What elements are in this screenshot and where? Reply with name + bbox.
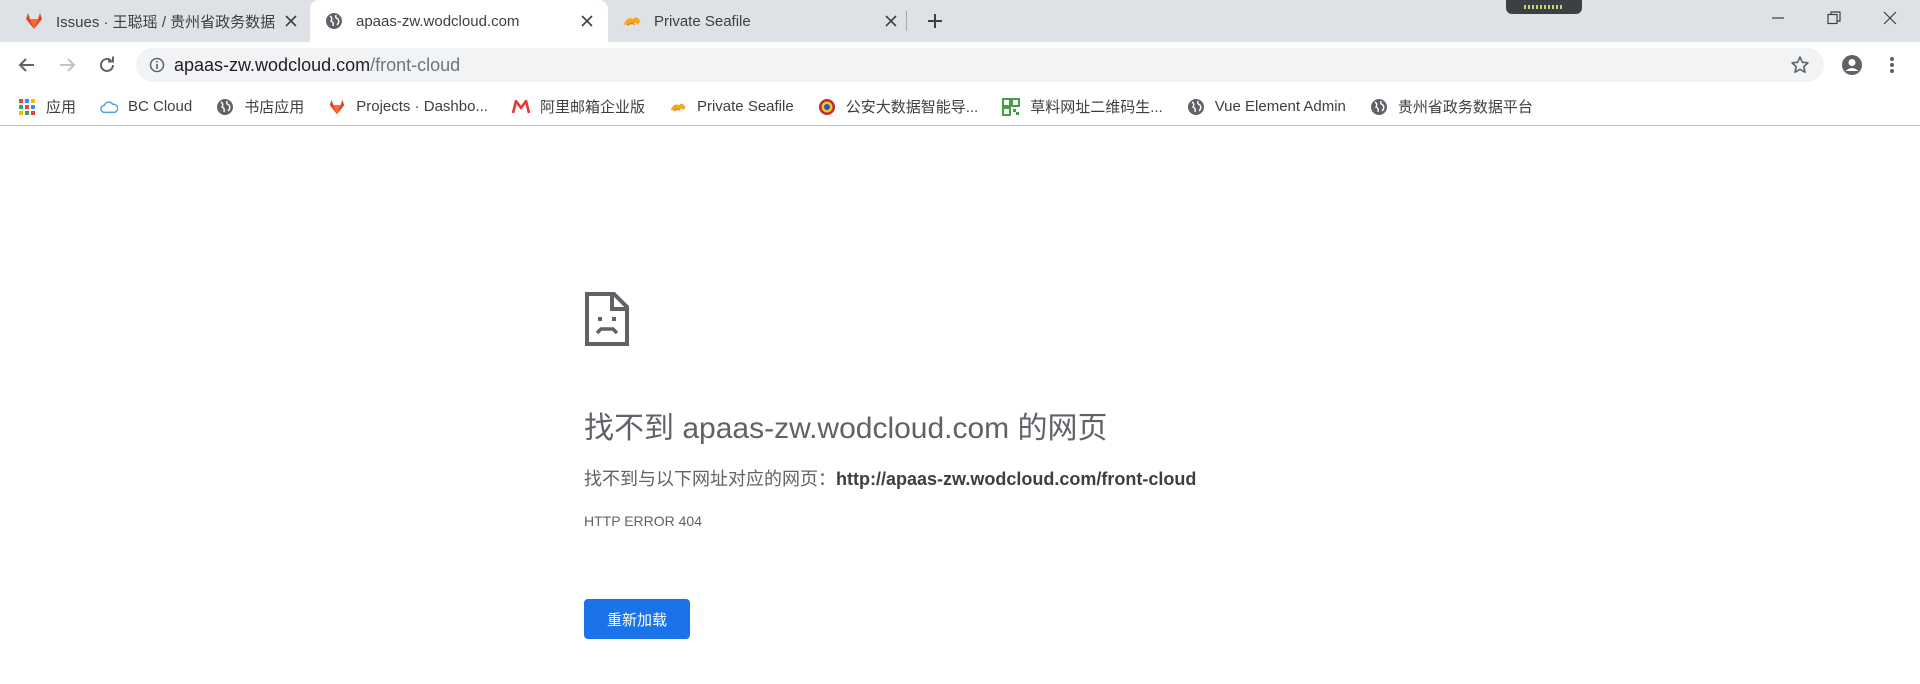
reload-button[interactable] (91, 49, 123, 81)
bookmark-vue-element-admin[interactable]: Vue Element Admin (1187, 98, 1346, 116)
bookmark-label: 书店应用 (244, 99, 305, 116)
restore-icon (1827, 11, 1841, 25)
error-url: http://apaas-zw.wodcloud.com/front-cloud (836, 469, 1197, 489)
seafile-icon (622, 11, 642, 31)
tab-title: apaas-zw.wodcloud.com (356, 12, 520, 30)
error-title: 找不到 apaas-zw.wodcloud.com 的网页 (584, 412, 1108, 445)
error-page: 找不到 apaas-zw.wodcloud.com 的网页 找不到与以下网址对应… (0, 127, 1920, 684)
close-tab-icon[interactable] (576, 10, 598, 32)
bookmark-bc-cloud[interactable]: BC Cloud (100, 98, 192, 116)
bookmark-label: Projects · Dashbo... (356, 98, 488, 115)
globe-icon (1370, 98, 1388, 116)
gitlab-icon (328, 98, 346, 116)
error-description-text: 找不到与以下网址对应的网页： (584, 469, 836, 489)
tab-issues[interactable]: Issues · 王聪瑶 / 贵州省政务数据 (24, 0, 302, 42)
close-tab-icon[interactable] (280, 10, 302, 32)
reload-icon (100, 56, 114, 72)
bookmark-label: 草料网址二维码生... (1030, 99, 1163, 116)
bookmark-label: Private Seafile (696, 98, 794, 115)
browser-toolbar: apaas-zw.wodcloud.com/front-cloud (0, 42, 1920, 88)
bookmark-star-icon[interactable] (1788, 53, 1812, 77)
profile-button[interactable] (1836, 49, 1868, 81)
qr-code-icon (1002, 97, 1021, 116)
minimize-button[interactable] (1750, 0, 1806, 36)
tab-strip: Issues · 王聪瑶 / 贵州省政务数据 apaas-zw.wodcloud… (0, 0, 1920, 42)
gitlab-icon (24, 11, 44, 31)
back-button[interactable] (11, 49, 43, 81)
reload-page-button[interactable]: 重新加载 (584, 599, 690, 639)
tab-title: Private Seafile (654, 12, 751, 30)
bookmark-bookstore[interactable]: 书店应用 (216, 96, 304, 117)
bookmark-gitlab-projects[interactable]: Projects · Dashbo... (328, 98, 488, 116)
url-text: apaas-zw.wodcloud.com/front-cloud (174, 55, 460, 76)
seafile-icon (669, 98, 687, 116)
globe-icon (324, 11, 344, 31)
error-description: 找不到与以下网址对应的网页：http://apaas-zw.wodcloud.c… (584, 465, 1196, 491)
close-tab-icon[interactable] (880, 10, 902, 32)
close-icon (1883, 11, 1897, 25)
tab-title: Issues · 王聪瑶 / 贵州省政务数据 (56, 13, 276, 31)
sad-page-icon (585, 292, 629, 346)
cloud-icon (100, 98, 119, 116)
mail-m-icon (511, 98, 530, 116)
account-circle-icon (1842, 55, 1862, 75)
menu-button[interactable] (1876, 49, 1908, 81)
bookmark-ali-mail[interactable]: 阿里邮箱企业版 (511, 96, 645, 117)
bookmark-label: Vue Element Admin (1214, 98, 1346, 115)
tab-seafile[interactable]: Private Seafile (622, 0, 902, 42)
bookmarks-bar: 应用 BC Cloud 书店应用 Projects · Dashbo... 阿里… (0, 88, 1920, 126)
bookmark-qr-code[interactable]: 草料网址二维码生... (1002, 96, 1163, 117)
globe-icon (1187, 98, 1205, 116)
bookmark-label: 阿里邮箱企业版 (539, 99, 645, 116)
bookmark-guizhou-data[interactable]: 贵州省政务数据平台 (1370, 96, 1533, 117)
bookmark-label: 应用 (46, 99, 77, 116)
apps-grid-icon (18, 98, 36, 116)
tab-separator (906, 11, 907, 31)
tab-active[interactable]: apaas-zw.wodcloud.com (310, 0, 608, 42)
bookmark-police-bigdata[interactable]: 公安大数据智能导... (818, 96, 979, 117)
globe-icon (216, 98, 234, 116)
more-vertical-icon (1890, 57, 1894, 73)
address-bar[interactable]: apaas-zw.wodcloud.com/front-cloud (136, 48, 1824, 82)
error-code: HTTP ERROR 404 (584, 513, 702, 529)
extension-indicator (1506, 0, 1582, 14)
url-path: /front-cloud (370, 54, 461, 75)
arrow-right-icon (60, 58, 76, 72)
bookmark-label: BC Cloud (128, 98, 193, 115)
url-host: apaas-zw.wodcloud.com (174, 54, 371, 75)
close-window-button[interactable] (1862, 0, 1918, 36)
bookmark-label: 贵州省政务数据平台 (1397, 99, 1533, 116)
restore-button[interactable] (1806, 0, 1862, 36)
forward-button[interactable] (51, 49, 83, 81)
arrow-left-icon (18, 58, 34, 72)
plus-icon (928, 14, 942, 28)
bookmark-seafile[interactable]: Private Seafile (669, 98, 794, 116)
police-badge-icon (818, 98, 836, 116)
bookmark-label: 公安大数据智能导... (845, 99, 979, 116)
info-icon[interactable] (140, 57, 174, 73)
bookmark-apps[interactable]: 应用 (18, 96, 76, 117)
new-tab-button[interactable] (922, 8, 948, 34)
minimize-icon (1772, 17, 1784, 19)
